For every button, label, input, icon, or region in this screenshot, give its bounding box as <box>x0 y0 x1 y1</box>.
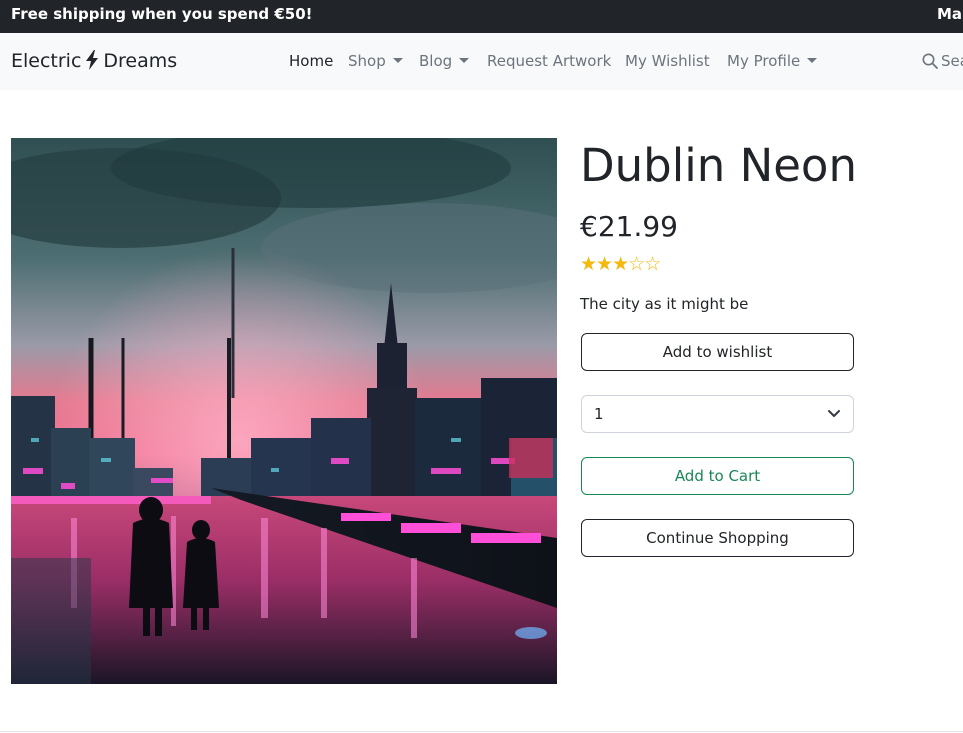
product-image <box>11 138 557 684</box>
nav-my-profile-dropdown[interactable]: My Profile <box>727 52 818 70</box>
nav-blog-label: Blog <box>419 52 453 70</box>
navbar: Electric Dreams Home Shop Blog Request Ar… <box>0 33 963 90</box>
nav-blog-dropdown[interactable]: Blog <box>419 52 470 70</box>
page-divider <box>0 731 963 732</box>
star-rating: ★★★☆☆ <box>580 253 661 275</box>
nav-shop-label: Shop <box>348 52 386 70</box>
nav-my-wishlist[interactable]: My Wishlist <box>625 52 710 70</box>
brand-logo[interactable]: Electric Dreams <box>11 50 177 75</box>
search-icon <box>922 53 938 69</box>
brand-name-right: Dreams <box>103 50 178 72</box>
brand-name-left: Electric <box>11 50 82 72</box>
caret-down-icon <box>392 58 403 63</box>
nav-home[interactable]: Home <box>289 52 333 70</box>
search-label: Sea <box>941 52 963 70</box>
lightning-bolt-icon <box>85 50 99 75</box>
product-price: €21.99 <box>580 210 678 243</box>
caret-down-icon <box>807 58 818 63</box>
nav-request-artwork[interactable]: Request Artwork <box>487 52 611 70</box>
promo-bar: Free shipping when you spend €50! Mar <box>0 0 963 33</box>
quantity-value: 1 <box>594 405 604 423</box>
add-to-wishlist-button[interactable]: Add to wishlist <box>581 333 854 371</box>
nav-shop-dropdown[interactable]: Shop <box>348 52 403 70</box>
product-title: Dublin Neon <box>580 139 857 192</box>
continue-shopping-button[interactable]: Continue Shopping <box>581 519 854 557</box>
product-description: The city as it might be <box>580 295 749 313</box>
add-to-cart-button[interactable]: Add to Cart <box>581 457 854 495</box>
promo-message: Free shipping when you spend €50! <box>11 5 313 23</box>
quantity-select[interactable]: 1 <box>581 395 854 433</box>
chevron-down-icon <box>828 410 840 417</box>
nav-my-profile-label: My Profile <box>727 52 801 70</box>
search-link[interactable]: Sea <box>922 52 963 70</box>
caret-down-icon <box>459 58 470 63</box>
promo-message-next: Mar <box>937 5 963 23</box>
